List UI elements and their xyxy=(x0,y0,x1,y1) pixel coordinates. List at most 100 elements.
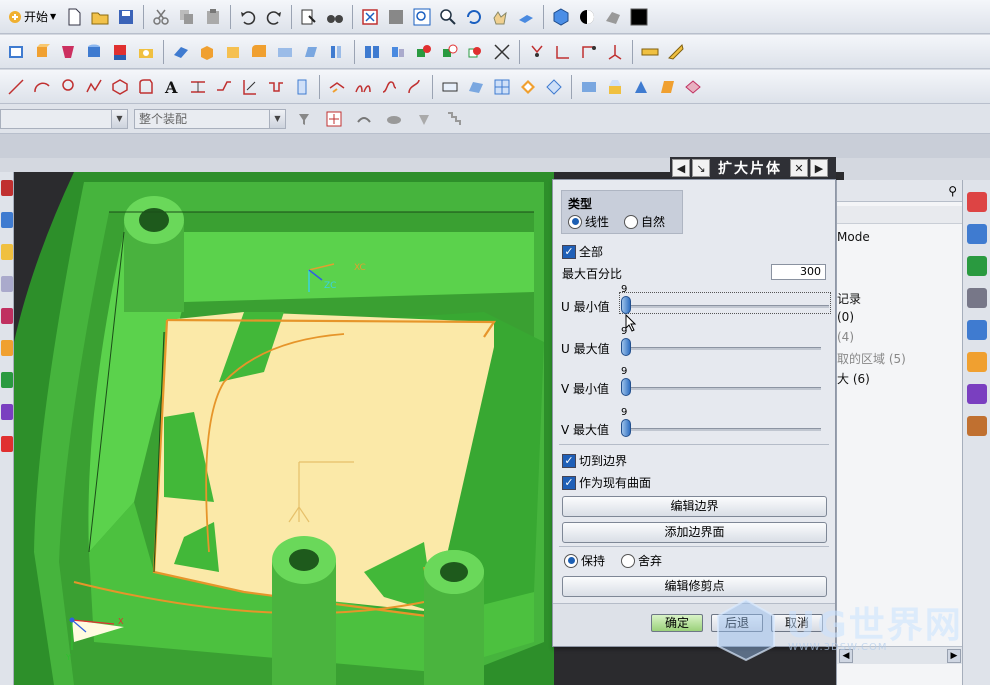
measure-icon[interactable] xyxy=(638,40,662,64)
pattern-icon[interactable] xyxy=(360,40,384,64)
blend-icon[interactable] xyxy=(247,40,271,64)
new-file-icon[interactable] xyxy=(62,5,86,29)
nav-item-mode[interactable]: Mode xyxy=(837,230,870,244)
law-extension-icon[interactable] xyxy=(603,75,627,99)
ok-button[interactable]: 确定 xyxy=(651,614,703,632)
copy-icon[interactable] xyxy=(175,5,199,29)
color-icon[interactable] xyxy=(627,5,651,29)
datum-plane-icon[interactable] xyxy=(169,40,193,64)
box-icon[interactable] xyxy=(195,40,219,64)
keep-radio[interactable]: 保持 xyxy=(564,552,605,569)
redo-icon[interactable] xyxy=(262,5,286,29)
arc-icon[interactable] xyxy=(577,40,601,64)
shell-icon[interactable] xyxy=(221,40,245,64)
type-linear-radio[interactable]: 线性 xyxy=(568,213,609,230)
tools-icon[interactable] xyxy=(967,384,987,404)
sketch-book-icon[interactable] xyxy=(4,40,28,64)
close-icon[interactable]: ✕ xyxy=(790,159,808,177)
extrude-icon[interactable] xyxy=(30,40,54,64)
snap-curve-icon[interactable] xyxy=(352,107,376,131)
chamfer-icon[interactable] xyxy=(273,40,297,64)
u-max-slider[interactable]: 9 U 最大值 xyxy=(559,326,827,356)
trim-body-icon[interactable] xyxy=(490,40,514,64)
extract-curve-icon[interactable] xyxy=(264,75,288,99)
offset-icon[interactable] xyxy=(325,40,349,64)
cut-icon[interactable] xyxy=(149,5,173,29)
v-max-slider[interactable]: 9 V 最大值 xyxy=(559,407,827,437)
snap-body-icon[interactable] xyxy=(412,107,436,131)
swept-icon[interactable] xyxy=(438,75,462,99)
selection-filter-icon[interactable] xyxy=(292,107,316,131)
point-icon[interactable] xyxy=(525,40,549,64)
discard-radio[interactable]: 舍弃 xyxy=(621,552,662,569)
pin-icon[interactable]: ⚲ xyxy=(948,184,957,198)
book-icon[interactable] xyxy=(967,320,987,340)
perspective-icon[interactable] xyxy=(514,5,538,29)
surface-tool-icon[interactable] xyxy=(351,75,375,99)
shading-icon[interactable] xyxy=(575,5,599,29)
collapse-arrow-icon[interactable]: ↘ xyxy=(692,159,710,177)
slider-thumb[interactable] xyxy=(621,338,631,356)
u-min-slider[interactable]: 9 U 最小值 xyxy=(559,284,831,314)
binoculars-icon[interactable] xyxy=(323,5,347,29)
extension-icon[interactable] xyxy=(577,75,601,99)
nav-item-enlarge[interactable]: 大 (6) xyxy=(837,370,870,387)
spline-icon[interactable] xyxy=(56,75,80,99)
snap-point-icon[interactable] xyxy=(322,107,346,131)
point-set-icon[interactable] xyxy=(82,75,106,99)
sew-icon[interactable] xyxy=(629,75,653,99)
chart-icon[interactable] xyxy=(967,352,987,372)
snap-face-icon[interactable] xyxy=(382,107,406,131)
v-min-slider[interactable]: 9 V 最小值 xyxy=(559,366,827,396)
users-icon[interactable] xyxy=(967,416,987,436)
hole-icon[interactable] xyxy=(134,40,158,64)
slider-thumb[interactable] xyxy=(621,378,631,396)
zoom-icon[interactable] xyxy=(410,5,434,29)
studio-surface-icon[interactable] xyxy=(403,75,427,99)
mirror-icon[interactable] xyxy=(386,40,410,64)
project-curve-icon[interactable] xyxy=(186,75,210,99)
max-percent-input[interactable]: 300 xyxy=(771,264,826,280)
scroll-left-icon[interactable]: ◀ xyxy=(839,649,853,663)
roles-icon[interactable] xyxy=(1,340,13,356)
zoom-window-icon[interactable] xyxy=(384,5,408,29)
nav-item-count-4[interactable]: (4) xyxy=(837,330,854,344)
nav-item-record[interactable]: 记录 xyxy=(837,290,861,307)
sheet-icon[interactable] xyxy=(681,75,705,99)
render-style-icon[interactable] xyxy=(549,5,573,29)
polygon-icon[interactable] xyxy=(108,75,132,99)
chevron-right-icon[interactable]: ▶ xyxy=(810,159,828,177)
type-natural-radio[interactable]: 自然 xyxy=(624,213,665,230)
back-button[interactable]: 后退 xyxy=(711,614,763,632)
pan-icon[interactable] xyxy=(488,5,512,29)
cancel-button[interactable]: 取消 xyxy=(771,614,823,632)
globe-icon[interactable] xyxy=(967,256,987,276)
edit-boundary-button[interactable]: 编辑边界 xyxy=(562,496,827,517)
nav-item-region[interactable]: 取的区域 (5) xyxy=(837,350,906,367)
zoom-in-icon[interactable] xyxy=(436,5,460,29)
line-tool-icon[interactable] xyxy=(4,75,28,99)
slider-thumb[interactable] xyxy=(621,419,631,437)
patch-icon[interactable] xyxy=(655,75,679,99)
fit-view-icon[interactable] xyxy=(358,5,382,29)
history-icon[interactable] xyxy=(1,244,13,260)
arc-tool-icon[interactable] xyxy=(30,75,54,99)
mesh-surface-icon[interactable] xyxy=(464,75,488,99)
face-blend-icon[interactable] xyxy=(490,75,514,99)
enlarge-icon[interactable] xyxy=(516,75,540,99)
intersect-curve-icon[interactable] xyxy=(238,75,262,99)
undo-icon[interactable] xyxy=(236,5,260,29)
unite-icon[interactable] xyxy=(412,40,436,64)
reuse-library-icon[interactable] xyxy=(1,436,13,452)
open-folder-icon[interactable] xyxy=(88,5,112,29)
inspector-icon[interactable] xyxy=(967,192,987,212)
chevron-left-icon[interactable]: ◀ xyxy=(672,159,690,177)
edge-display-icon[interactable] xyxy=(601,5,625,29)
line-icon[interactable] xyxy=(551,40,575,64)
through-curves-icon[interactable] xyxy=(377,75,401,99)
part-icon[interactable] xyxy=(1,180,13,196)
filter-combo[interactable]: ▼ xyxy=(0,108,128,129)
trim-curve-icon[interactable] xyxy=(290,75,314,99)
scroll-right-icon[interactable]: ▶ xyxy=(947,649,961,663)
edit-trim-points-button[interactable]: 编辑修剪点 xyxy=(562,576,827,597)
